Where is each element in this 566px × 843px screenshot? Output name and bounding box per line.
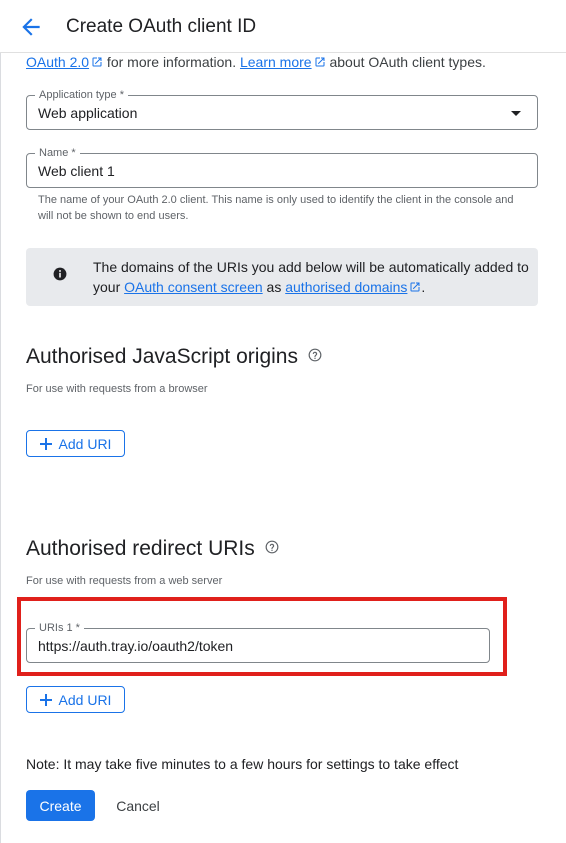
info-text: The domains of the URIs you add below wi…	[93, 257, 533, 297]
application-type-value: Web application	[38, 104, 138, 121]
name-field-hint: The name of your OAuth 2.0 client. This …	[38, 194, 514, 222]
add-js-origin-label: Add URI	[58, 435, 112, 452]
add-redirect-uri-button[interactable]: Add URI	[26, 686, 125, 713]
js-origins-title: Authorised JavaScript origins	[26, 345, 322, 369]
arrow-back-icon	[22, 18, 40, 36]
oauth2-link[interactable]: OAuth 2.0	[26, 54, 89, 70]
help-icon[interactable]	[308, 348, 322, 362]
dropdown-arrow-icon	[511, 111, 521, 116]
help-icon[interactable]	[265, 540, 279, 554]
info-icon	[53, 267, 67, 281]
page-header: Create OAuth client ID	[0, 0, 566, 53]
create-button[interactable]: Create	[26, 790, 95, 821]
highlight-box	[17, 597, 507, 676]
back-button[interactable]	[18, 14, 44, 40]
redirect-uris-title: Authorised redirect URIs	[26, 537, 279, 561]
external-link-icon	[92, 57, 102, 67]
intro-text-1: for more information.	[103, 54, 240, 70]
name-field[interactable]: Name * Web client 1	[26, 146, 538, 188]
name-field-value: Web client 1	[38, 162, 115, 179]
application-type-select[interactable]: Application type * Web application	[26, 88, 538, 130]
learn-more-link[interactable]: Learn more	[240, 54, 312, 70]
plus-icon	[39, 693, 52, 706]
plus-icon	[39, 437, 52, 450]
redirect-uris-subtitle: For use with requests from a web server	[26, 575, 223, 587]
cancel-button[interactable]: Cancel	[110, 790, 166, 821]
info-banner: The domains of the URIs you add below wi…	[26, 248, 538, 306]
js-origins-title-text: Authorised JavaScript origins	[26, 345, 298, 368]
add-redirect-uri-label: Add URI	[58, 691, 112, 708]
intro-text-2: about OAuth client types.	[325, 54, 486, 70]
intro-text: OAuth 2.0 for more information. Learn mo…	[26, 54, 486, 70]
settings-note: Note: It may take five minutes to a few …	[26, 756, 459, 772]
info-text-2: as	[262, 279, 286, 295]
authorised-domains-link[interactable]: authorised domains	[285, 279, 407, 295]
js-origins-subtitle: For use with requests from a browser	[26, 383, 208, 395]
page-title: Create OAuth client ID	[66, 16, 257, 37]
page-left-border	[0, 0, 1, 843]
redirect-uris-title-text: Authorised redirect URIs	[26, 537, 255, 560]
consent-screen-link[interactable]: OAuth consent screen	[124, 279, 263, 295]
info-text-3: .	[421, 279, 426, 295]
external-link-icon	[315, 57, 325, 67]
add-js-origin-button[interactable]: Add URI	[26, 430, 125, 457]
external-link-icon	[410, 282, 420, 292]
